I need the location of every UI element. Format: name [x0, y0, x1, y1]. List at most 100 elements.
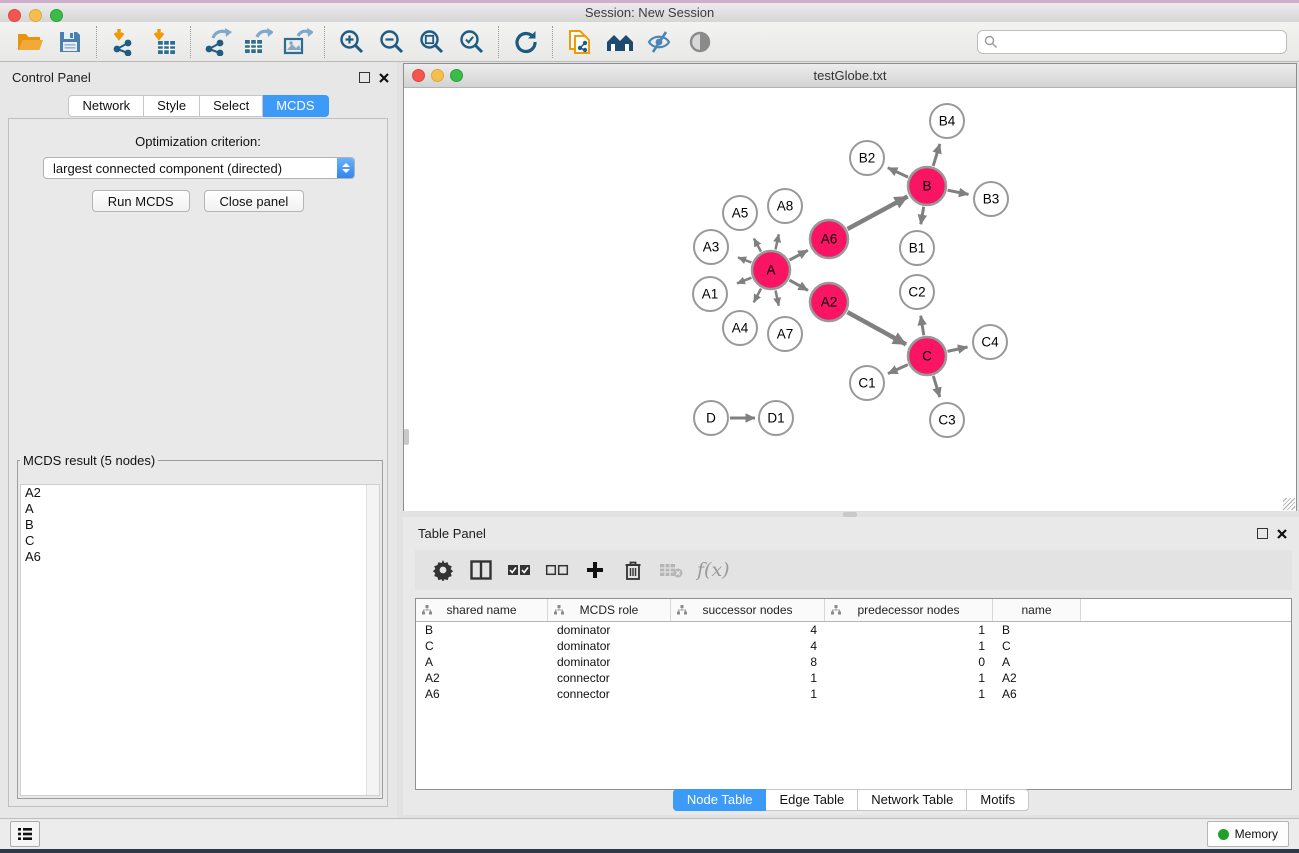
refresh-layout-icon[interactable] [506, 25, 546, 59]
node-B2[interactable]: B2 [850, 141, 884, 175]
export-network-icon[interactable] [198, 25, 238, 59]
search-field[interactable] [977, 30, 1287, 54]
node-A5[interactable]: A5 [723, 196, 757, 230]
search-input[interactable] [998, 34, 1280, 50]
node-A1[interactable]: A1 [693, 277, 727, 311]
minimize-network-button[interactable] [431, 69, 444, 82]
mcds-result-item[interactable]: C [21, 533, 379, 549]
node-D1[interactable]: D1 [759, 401, 793, 435]
node-A[interactable]: A [752, 251, 790, 289]
node-C4[interactable]: C4 [973, 325, 1007, 359]
zoom-window-button[interactable] [50, 9, 63, 22]
table-row[interactable]: Adominator80A [416, 654, 1291, 670]
node-C1[interactable]: C1 [850, 366, 884, 400]
table-tab-node-table[interactable]: Node Table [673, 789, 767, 811]
table-settings-icon[interactable] [431, 556, 455, 584]
zoom-out-icon[interactable] [372, 25, 412, 59]
result-list-scrollbar[interactable] [366, 485, 379, 795]
edge-A-A8[interactable] [776, 234, 779, 249]
window-resize-grip[interactable] [1283, 498, 1295, 510]
task-history-button[interactable] [10, 821, 40, 847]
edge-A-A2[interactable] [789, 280, 808, 290]
mcds-result-item[interactable]: A [21, 501, 379, 517]
node-A6[interactable]: A6 [810, 220, 848, 258]
zoom-selected-icon[interactable] [452, 25, 492, 59]
node-C[interactable]: C [908, 337, 946, 375]
edge-A6-B[interactable] [848, 197, 908, 230]
table-tab-edge-table[interactable]: Edge Table [766, 789, 858, 811]
table-tab-motifs[interactable]: Motifs [967, 789, 1029, 811]
edge-A-A5[interactable] [754, 239, 761, 252]
table-row[interactable]: Cdominator41C [416, 638, 1291, 654]
node-B3[interactable]: B3 [974, 182, 1008, 216]
edge-C-C3[interactable] [933, 376, 940, 397]
node-A7[interactable]: A7 [768, 317, 802, 351]
zoom-fit-icon[interactable] [412, 25, 452, 59]
open-file-icon[interactable] [10, 25, 50, 59]
minimize-window-button[interactable] [29, 9, 42, 22]
add-column-icon[interactable] [583, 556, 607, 584]
canvas-scrollbar-nub[interactable] [404, 429, 409, 445]
tab-mcds[interactable]: MCDS [263, 95, 328, 117]
delete-column-icon[interactable] [621, 556, 645, 584]
close-panel-icon[interactable] [379, 73, 389, 83]
table-row[interactable]: Bdominator41B [416, 622, 1291, 638]
node-A8[interactable]: A8 [768, 189, 802, 223]
edge-A-A3[interactable] [738, 257, 751, 262]
edge-C-C4[interactable] [948, 347, 968, 351]
network-canvas[interactable]: B4B2BB3A8A5A6A3B1AC2A1A2A4A7C4CC1C3DD1 [404, 88, 1296, 511]
edge-A-A1[interactable] [737, 278, 752, 284]
edge-B-B2[interactable] [888, 168, 908, 177]
save-session-icon[interactable] [50, 25, 90, 59]
clone-network-icon[interactable] [560, 25, 600, 59]
edge-A-A4[interactable] [754, 289, 761, 303]
column-header-MCDS-role[interactable]: MCDS role [548, 599, 671, 621]
edge-A-A7[interactable] [776, 291, 779, 306]
first-neighbors-icon[interactable] [600, 25, 640, 59]
edge-B-B4[interactable] [933, 144, 940, 166]
export-image-icon[interactable] [278, 25, 318, 59]
table-row[interactable]: A6connector11A6 [416, 686, 1291, 702]
node-B1[interactable]: B1 [900, 231, 934, 265]
hide-selected-icon[interactable] [640, 25, 680, 59]
tab-style[interactable]: Style [144, 95, 200, 117]
mcds-result-item[interactable]: A2 [21, 485, 379, 501]
node-A3[interactable]: A3 [694, 230, 728, 264]
edge-B-B3[interactable] [948, 190, 969, 194]
close-table-panel-icon[interactable] [1277, 529, 1287, 539]
float-panel-icon[interactable] [359, 72, 370, 83]
run-mcds-button[interactable]: Run MCDS [92, 190, 190, 212]
deselect-all-rows-icon[interactable] [545, 556, 569, 584]
select-all-rows-icon[interactable] [507, 556, 531, 584]
tab-network[interactable]: Network [68, 95, 144, 117]
column-manager-icon[interactable] [469, 556, 493, 584]
column-header-name[interactable]: name [993, 599, 1081, 621]
edge-B-B1[interactable] [921, 207, 924, 225]
import-network-icon[interactable] [104, 25, 144, 59]
memory-button[interactable]: Memory [1207, 821, 1289, 847]
column-header-predecessor-nodes[interactable]: predecessor nodes [825, 599, 993, 621]
export-table-icon[interactable] [238, 25, 278, 59]
node-B[interactable]: B [908, 167, 946, 205]
node-A4[interactable]: A4 [723, 311, 757, 345]
zoom-in-icon[interactable] [332, 25, 372, 59]
node-B4[interactable]: B4 [930, 104, 964, 138]
column-header-successor-nodes[interactable]: successor nodes [671, 599, 825, 621]
close-network-button[interactable] [412, 69, 425, 82]
node-C2[interactable]: C2 [900, 275, 934, 309]
zoom-network-button[interactable] [450, 69, 463, 82]
node-C3[interactable]: C3 [930, 403, 964, 437]
close-panel-button[interactable]: Close panel [204, 190, 305, 212]
close-window-button[interactable] [8, 9, 21, 22]
edge-A2-C[interactable] [847, 312, 906, 344]
edge-C-C1[interactable] [888, 365, 908, 374]
table-row[interactable]: A2connector11A2 [416, 670, 1291, 686]
float-table-panel-icon[interactable] [1257, 528, 1268, 539]
table-tab-network-table[interactable]: Network Table [858, 789, 967, 811]
import-table-icon[interactable] [144, 25, 184, 59]
column-header-shared-name[interactable]: shared name [416, 599, 548, 621]
criterion-select[interactable]: largest connected component (directed) [43, 157, 355, 179]
show-all-icon[interactable] [680, 25, 720, 59]
mcds-result-item[interactable]: B [21, 517, 379, 533]
mcds-result-item[interactable]: A6 [21, 549, 379, 565]
